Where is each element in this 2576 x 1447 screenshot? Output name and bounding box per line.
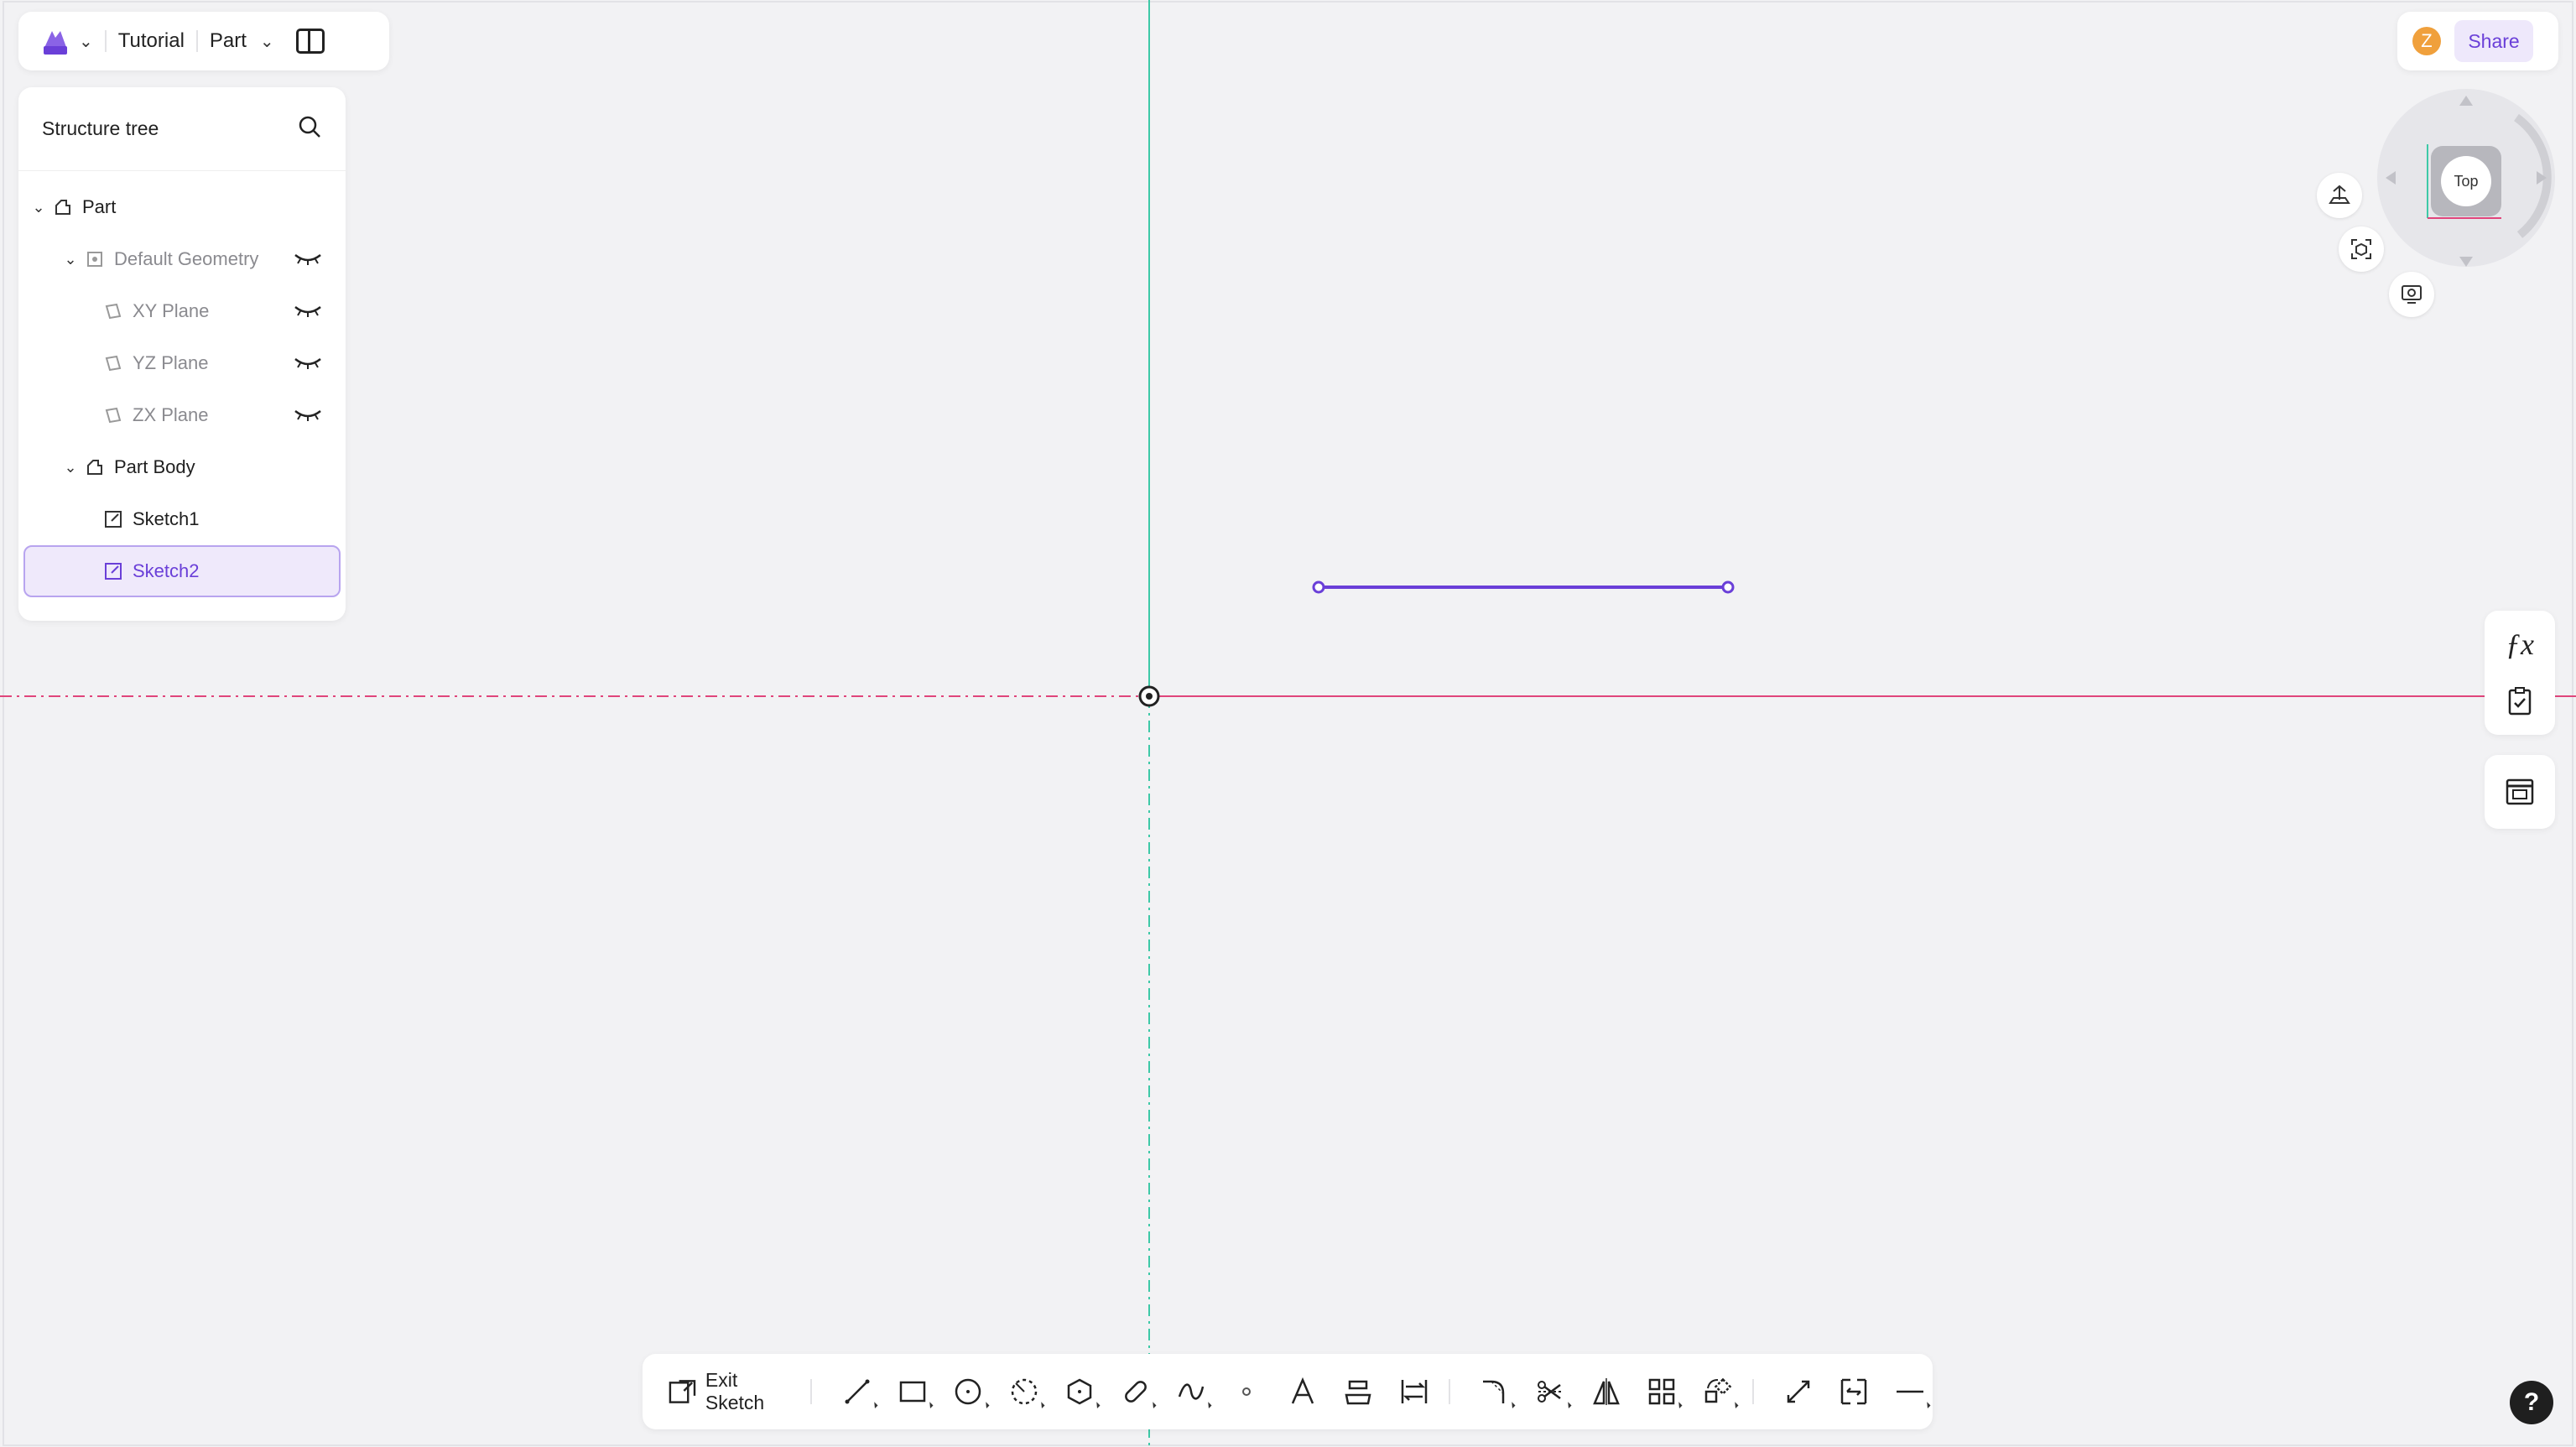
tree-item-part-body[interactable]: ⌄ Part Body <box>23 443 341 492</box>
line-style-icon[interactable] <box>1887 1368 1933 1415</box>
chevron-down-icon[interactable]: ⌄ <box>79 31 93 52</box>
transform-tool-icon[interactable] <box>1694 1368 1740 1415</box>
sketch-toolbar: Exit Sketch <box>643 1354 1933 1429</box>
share-button[interactable]: Share <box>2454 20 2533 62</box>
sketch-canvas[interactable] <box>0 0 2576 1447</box>
view-cube-face-label: Top <box>2454 173 2478 190</box>
exit-sketch-button[interactable]: Exit Sketch <box>668 1369 799 1414</box>
structure-tree-header: Structure tree <box>18 87 346 171</box>
geometry-icon <box>84 249 106 269</box>
eye-closed-icon[interactable] <box>294 354 322 376</box>
search-icon[interactable] <box>297 114 322 143</box>
sketch-line-start-point <box>1312 580 1325 594</box>
tree-item-sketch1[interactable]: Sketch1 <box>23 495 341 544</box>
fillet-tool-icon[interactable] <box>1472 1368 1517 1415</box>
tree-item-label: Default Geometry <box>114 248 259 269</box>
home-view-icon[interactable] <box>2317 173 2362 218</box>
project-tool-icon[interactable] <box>1335 1368 1381 1415</box>
line-tool-icon[interactable] <box>834 1368 879 1415</box>
text-tool-icon[interactable] <box>1280 1368 1325 1415</box>
tree-item-label: Part Body <box>114 456 195 477</box>
tree-item-label: XY Plane <box>133 300 210 321</box>
exit-sketch-label: Exit Sketch <box>705 1369 765 1413</box>
divider <box>1751 1379 1754 1404</box>
panel-toggle-icon[interactable] <box>295 29 325 54</box>
structure-tree-title: Structure tree <box>42 117 159 139</box>
chevron-down-icon[interactable]: ⌄ <box>62 459 79 476</box>
sketch-line-end-point <box>1721 580 1735 594</box>
eye-closed-icon[interactable] <box>294 406 322 428</box>
point-tool-icon[interactable] <box>1224 1368 1269 1415</box>
tree-item-xy-plane[interactable]: XY Plane <box>23 287 341 336</box>
formula-icon[interactable]: ƒx <box>2485 621 2555 668</box>
structure-tree-panel: Structure tree ⌄ Part ⌄ Default Geometry… <box>18 87 346 621</box>
rectangle-tool-icon[interactable] <box>890 1368 935 1415</box>
table-view-icon[interactable] <box>2485 768 2555 815</box>
dimension-tool-icon[interactable] <box>1776 1368 1821 1415</box>
canvas-frame <box>3 1 2573 1446</box>
plane-icon <box>102 405 124 425</box>
spline-tool-icon[interactable] <box>1168 1368 1214 1415</box>
tree-item-default-geometry[interactable]: ⌄ Default Geometry <box>23 235 341 284</box>
divider <box>195 30 198 52</box>
arc-tool-icon[interactable] <box>1002 1368 1047 1415</box>
sketch-icon <box>102 509 124 529</box>
tree-item-label: Sketch2 <box>133 560 200 581</box>
eye-closed-icon[interactable] <box>294 250 322 272</box>
eye-closed-icon[interactable] <box>294 302 322 324</box>
tree-item-label: YZ Plane <box>133 352 209 373</box>
chevron-down-icon[interactable]: ⌄ <box>30 199 47 216</box>
top-toolbar: ⌄ Tutorial Part ⌄ <box>18 12 389 70</box>
help-button[interactable]: ? <box>2510 1381 2553 1424</box>
polygon-tool-icon[interactable] <box>1057 1368 1102 1415</box>
right-tools-panel: ƒx <box>2485 611 2555 735</box>
app-logo-icon[interactable] <box>39 24 72 58</box>
tree-item-zx-plane[interactable]: ZX Plane <box>23 391 341 440</box>
exit-sketch-icon <box>669 1380 696 1403</box>
chevron-down-icon[interactable]: ⌄ <box>62 251 79 268</box>
circle-tool-icon[interactable] <box>945 1368 991 1415</box>
plane-icon <box>102 353 124 373</box>
body-icon <box>84 457 106 477</box>
pattern-tool-icon[interactable] <box>1639 1368 1684 1415</box>
sketch-icon <box>102 561 124 581</box>
plane-icon <box>102 301 124 321</box>
right-tools-panel-2 <box>2485 755 2555 829</box>
checklist-icon[interactable] <box>2485 678 2555 725</box>
tree-item-sketch2[interactable]: Sketch2 <box>23 545 341 597</box>
divider <box>1448 1379 1450 1404</box>
divider <box>104 30 107 52</box>
tree-item-yz-plane[interactable]: YZ Plane <box>23 339 341 388</box>
divider <box>810 1379 813 1404</box>
mirror-tool-icon[interactable] <box>1584 1368 1629 1415</box>
display-mode-icon[interactable] <box>2389 272 2434 317</box>
avatar[interactable]: Z <box>2412 27 2441 55</box>
share-panel: Z Share <box>2397 12 2558 70</box>
convert-tool-icon[interactable] <box>1391 1368 1436 1415</box>
project-name[interactable]: Tutorial <box>118 29 185 53</box>
chevron-down-icon: ⌄ <box>259 32 274 51</box>
part-icon <box>52 197 74 217</box>
tree-item-label: ZX Plane <box>133 404 209 425</box>
mode-label: Part <box>209 29 247 52</box>
tree-item-label: Sketch1 <box>133 508 200 529</box>
constraint-tool-icon[interactable] <box>1831 1368 1876 1415</box>
tree-item-label: Part <box>82 196 117 217</box>
tree-item-part[interactable]: ⌄ Part <box>23 183 341 232</box>
slot-tool-icon[interactable] <box>1112 1368 1158 1415</box>
fit-view-icon[interactable] <box>2339 226 2384 272</box>
mode-dropdown[interactable]: Part ⌄ <box>210 29 274 53</box>
trim-tool-icon[interactable] <box>1527 1368 1573 1415</box>
sketch-axes <box>0 0 2576 1447</box>
